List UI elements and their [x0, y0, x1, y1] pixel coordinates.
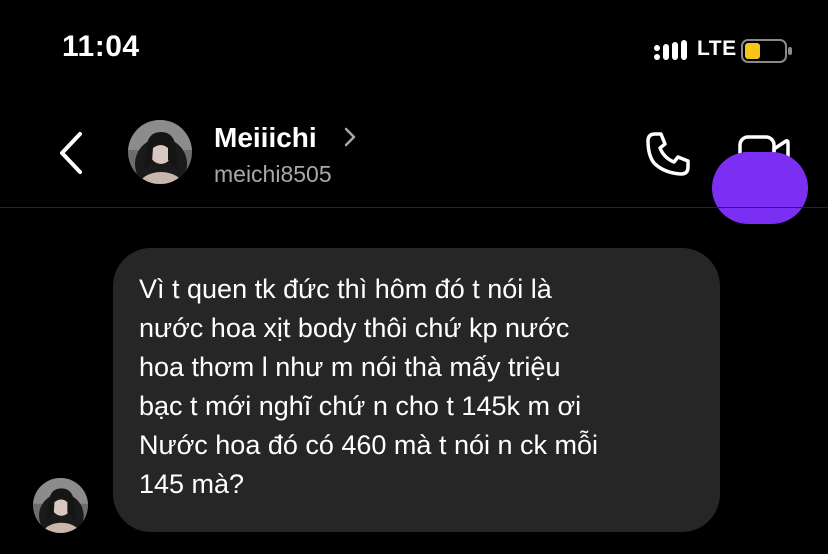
battery-icon	[741, 39, 792, 63]
avatar-photo-icon	[128, 120, 192, 184]
chevron-right-icon[interactable]	[340, 124, 360, 150]
avatar-photo-icon	[33, 478, 88, 533]
phone-call-icon[interactable]	[642, 128, 694, 180]
contact-avatar[interactable]	[128, 120, 192, 184]
status-bar: 11:04 LTE	[0, 0, 828, 100]
contact-name[interactable]: Meiiichi	[214, 122, 317, 154]
status-time: 11:04	[62, 30, 140, 63]
incoming-message-bubble[interactable]: Vì t quen tk đức thì hôm đó t nói là nướ…	[113, 248, 720, 532]
message-list[interactable]: Vì t quen tk đức thì hôm đó t nói là nướ…	[0, 208, 828, 554]
network-type: LTE	[697, 37, 737, 60]
contact-username[interactable]: meichi8505	[214, 161, 332, 188]
sender-avatar[interactable]	[33, 478, 88, 533]
back-arrow-icon[interactable]	[52, 128, 92, 178]
signal-strength-icon	[654, 40, 687, 60]
conversation-header: Meiiichi meichi8505	[0, 100, 828, 207]
